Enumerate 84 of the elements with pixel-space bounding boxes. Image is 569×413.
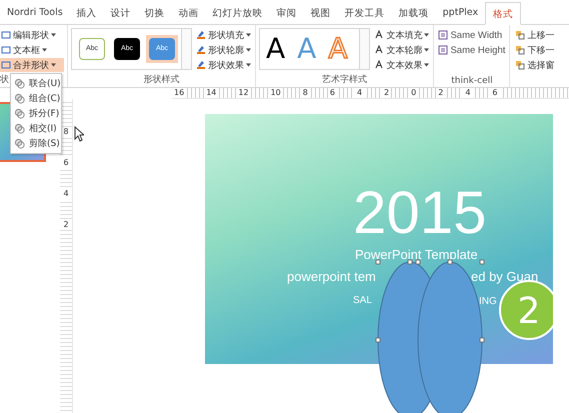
ribbon-tab[interactable]: 设计 — [104, 2, 138, 24]
slide-subtitle: PowerPoint Template — [355, 247, 478, 262]
caret-icon — [51, 63, 56, 67]
ribbon-tab[interactable]: Nordri Tools — [0, 2, 70, 24]
caret-icon — [424, 48, 430, 52]
caret-icon — [246, 63, 251, 67]
ribbon-tab[interactable]: 插入 — [70, 2, 104, 24]
ribbon-command[interactable]: 上移一 — [514, 28, 556, 42]
ribbon-command[interactable]: 文本轮廓 — [373, 43, 430, 57]
ribbon-command[interactable]: Same Width — [437, 28, 506, 42]
group-label: 形状样式 — [142, 74, 180, 86]
caret-icon — [246, 33, 251, 37]
caret-icon — [424, 63, 430, 67]
ribbon-tab[interactable]: 动画 — [172, 2, 206, 24]
group-label: 艺术字样式 — [321, 74, 368, 86]
group-label: think-cell — [450, 76, 494, 86]
ribbon-tab[interactable]: 开发工具 — [338, 2, 392, 24]
ruler-number: 6 — [60, 158, 72, 168]
ruler-number: 4 — [60, 189, 72, 199]
ribbon-command[interactable]: 文本填充 — [373, 28, 430, 42]
ruler-number: 0 — [409, 88, 418, 98]
ribbon-command[interactable]: 选择窗 — [514, 58, 556, 72]
menu-item[interactable]: 剪除(S) — [11, 136, 61, 151]
ruler-number: 6 — [490, 88, 500, 98]
ribbon-tab[interactable]: pptPlex — [436, 2, 486, 24]
menu-item[interactable]: 相交(I) — [11, 121, 61, 136]
ruler-number: 2 — [436, 88, 446, 98]
ruler-number: 2 — [60, 220, 72, 230]
ribbon-command[interactable]: 形状效果 — [195, 58, 252, 72]
paint-icon — [196, 45, 206, 55]
align-icon — [438, 45, 448, 55]
paint-icon — [196, 60, 206, 70]
number-badge: 2 — [499, 280, 553, 340]
gallery-scrollbar[interactable] — [359, 29, 370, 69]
wordart-style[interactable]: A — [266, 32, 286, 66]
menu-item[interactable]: 组合(C) — [11, 91, 61, 106]
caret-icon — [51, 33, 56, 37]
ruler-number: 10 — [268, 88, 283, 98]
ribbon-tab[interactable]: 格式 — [485, 2, 522, 25]
caret-icon — [424, 33, 430, 37]
ribbon-command[interactable]: 文本框 — [0, 43, 64, 57]
menu-item[interactable]: 联合(U) — [11, 76, 61, 91]
ribbon-command[interactable]: 形状填充 — [195, 28, 252, 42]
layers-icon — [515, 60, 526, 70]
circles-icon — [14, 93, 25, 104]
ribbon-tab[interactable]: 幻灯片放映 — [206, 2, 270, 24]
caret-icon — [246, 48, 251, 52]
ribbon-command[interactable]: 形状轮廓 — [195, 43, 252, 57]
circles-icon — [14, 108, 25, 119]
ruler-number: 12 — [236, 88, 251, 98]
text-icon — [374, 60, 384, 70]
ruler-number: 4 — [463, 88, 472, 98]
ribbon-command[interactable]: 文本效果 — [373, 58, 430, 72]
ribbon-command[interactable]: 编辑形状 — [0, 28, 64, 42]
ruler-number: 8 — [300, 88, 310, 98]
layers-icon — [515, 30, 526, 40]
ruler-number: 14 — [204, 88, 218, 98]
ruler-number: 2 — [382, 88, 392, 98]
ruler-number: 4 — [354, 88, 364, 98]
menu-item[interactable]: 拆分(F) — [11, 106, 61, 121]
slide-text: powerpoint tem — [287, 269, 376, 284]
circles-icon — [14, 123, 25, 134]
ruler-number: 6 — [328, 88, 337, 98]
circles-icon — [14, 78, 25, 89]
text-icon — [374, 30, 384, 40]
align-icon — [438, 30, 448, 40]
paint-icon — [196, 30, 206, 40]
circles-icon — [14, 138, 25, 149]
ribbon-command[interactable]: Same Height — [437, 43, 506, 57]
ribbon-tab[interactable]: 切换 — [138, 2, 172, 24]
group-label: 状 — [0, 74, 9, 86]
layers-icon — [515, 45, 526, 55]
ribbon-command[interactable]: 合并形状 — [0, 58, 64, 72]
gallery-scrollbar[interactable] — [181, 29, 191, 69]
ribbon-tab[interactable]: 审阅 — [270, 2, 304, 24]
ribbon-tab[interactable]: 视图 — [304, 2, 338, 24]
text-icon — [374, 45, 384, 55]
caret-icon — [42, 48, 47, 52]
slide-title: 2015 — [353, 178, 486, 247]
slide-caption: ING — [479, 296, 497, 307]
ribbon-tab[interactable]: 加载项 — [392, 2, 436, 24]
ruler-number: 16 — [172, 88, 186, 98]
ribbon-command[interactable]: 下移一 — [514, 43, 556, 57]
slide-caption: SAL — [353, 295, 372, 306]
